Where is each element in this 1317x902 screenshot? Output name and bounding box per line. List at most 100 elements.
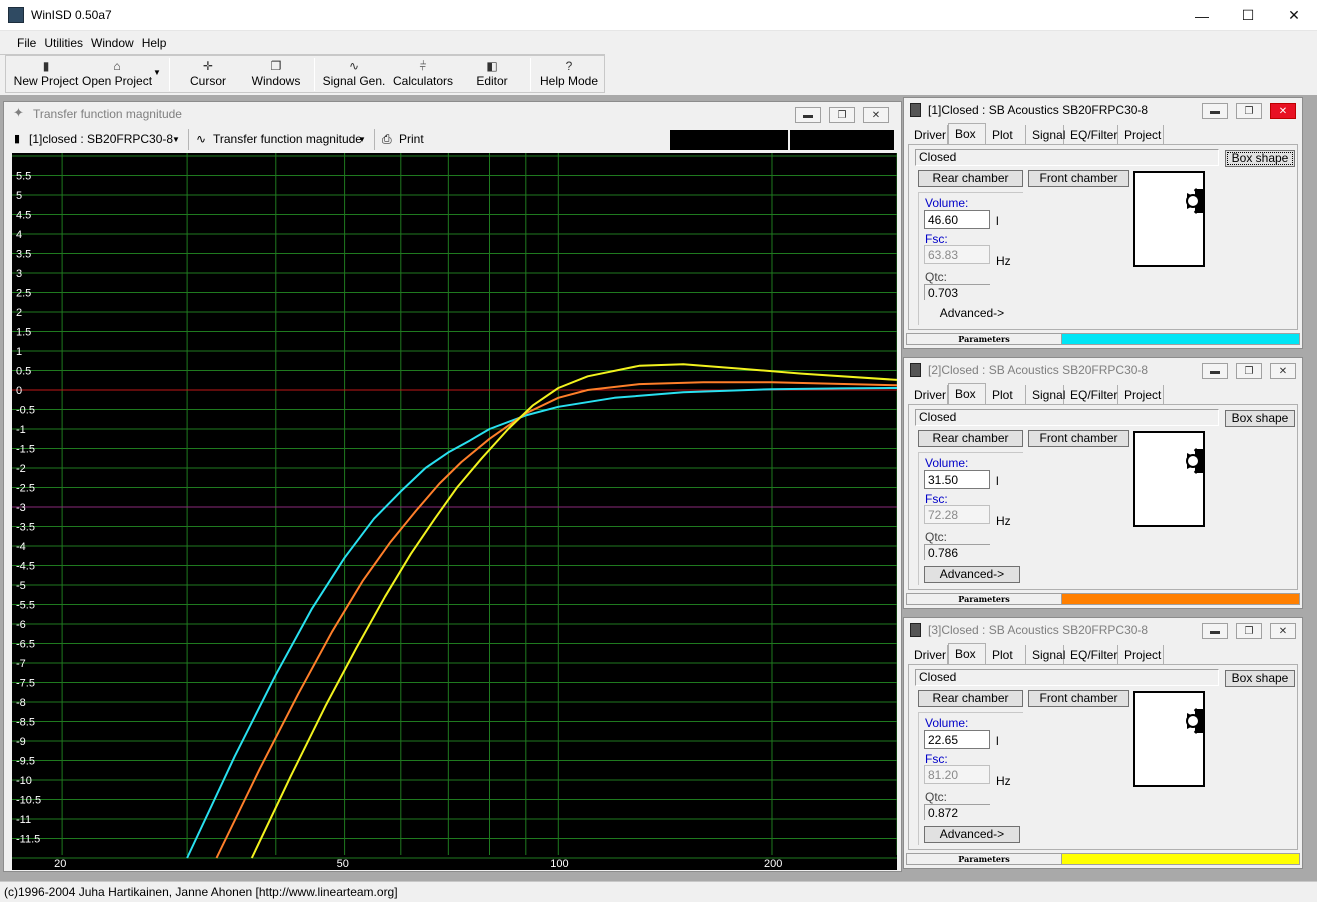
qtc-value: 0.872	[924, 804, 990, 820]
chart-toolbar-separator	[188, 129, 189, 150]
tab-project[interactable]: Project	[1118, 385, 1164, 405]
tab-signal[interactable]: Signal	[1026, 385, 1065, 405]
new-project-button[interactable]: ▮ New Project	[14, 58, 79, 92]
calculators-button[interactable]: ⫩ Calculators	[392, 58, 454, 92]
y-tick-label: 1.5	[16, 327, 31, 339]
box-restore-button[interactable]: ❐	[1236, 623, 1262, 639]
tab-driver[interactable]: Driver	[908, 125, 948, 145]
qtc-label: Qtc:	[925, 270, 948, 284]
parameters-label[interactable]: Parameters	[907, 594, 1062, 604]
tab-eqfilter[interactable]: EQ/Filter	[1064, 645, 1118, 665]
advanced-button[interactable]: Advanced->	[924, 826, 1020, 843]
rear-chamber-button[interactable]: Rear chamber	[918, 690, 1023, 707]
project-select-dropdown-icon[interactable]: ▼	[172, 135, 180, 144]
box-minimize-button[interactable]: ▬	[1202, 623, 1228, 639]
tab-plot[interactable]: Plot	[986, 385, 1026, 405]
menubar: File Utilities Window Help	[0, 31, 168, 54]
box-window-titlebar[interactable]: [1]Closed : SB Acoustics SB20FRPC30-8 ▬ …	[904, 98, 1302, 122]
windows-button[interactable]: ❐ Windows	[248, 58, 304, 92]
help-mode-button[interactable]: ? Help Mode	[538, 58, 600, 92]
transfer-function-plot[interactable]: 5.5 5 4.5 4 3.5 3 2.5 2 1.5 1 0.5 0 -0.5 -1 -1.5 -2 -2.5…	[12, 153, 897, 870]
box-type-field[interactable]: Closed	[915, 669, 1219, 686]
front-chamber-button[interactable]: Front chamber	[1028, 690, 1129, 707]
tab-box[interactable]: Box	[948, 123, 986, 145]
front-chamber-button[interactable]: Front chamber	[1028, 170, 1129, 187]
fsc-label: Fsc:	[925, 752, 948, 766]
tab-box[interactable]: Box	[948, 383, 986, 405]
front-chamber-button[interactable]: Front chamber	[1028, 430, 1129, 447]
chart-restore-button[interactable]: ❐	[829, 107, 855, 123]
open-project-button[interactable]: ⌂ Open Project	[82, 58, 152, 92]
graph-select-dropdown-icon[interactable]: ▼	[358, 135, 366, 144]
box-shape-button[interactable]: Box shape	[1225, 410, 1295, 427]
box-type-field[interactable]: Closed	[915, 409, 1219, 426]
tab-eqfilter[interactable]: EQ/Filter	[1064, 385, 1118, 405]
crosshair-icon: ✛	[202, 59, 214, 73]
menu-help[interactable]: Help	[138, 36, 171, 50]
signal-gen-button[interactable]: ∿ Signal Gen.	[323, 58, 386, 92]
open-project-dropdown-icon[interactable]: ▼	[153, 68, 161, 77]
chart-close-button[interactable]: ✕	[863, 107, 889, 123]
tab-plot[interactable]: Plot	[986, 645, 1026, 665]
response-curve-1	[186, 387, 897, 859]
rear-chamber-button[interactable]: Rear chamber	[918, 170, 1023, 187]
box-type-field[interactable]: Closed	[915, 149, 1219, 166]
graph-select[interactable]: Transfer function magnitude	[213, 132, 362, 146]
box-window-titlebar[interactable]: [2]Closed : SB Acoustics SB20FRPC30-8 ▬ …	[904, 358, 1302, 382]
cursor-button[interactable]: ✛ Cursor	[182, 58, 234, 92]
tab-plot[interactable]: Plot	[986, 125, 1026, 145]
menu-window[interactable]: Window	[87, 36, 138, 50]
y-tick-label: 4	[16, 229, 22, 241]
volume-input[interactable]: 46.60	[924, 210, 990, 229]
volume-label: Volume:	[925, 456, 969, 470]
volume-unit: l	[996, 474, 999, 488]
volume-input[interactable]: 31.50	[924, 470, 990, 489]
maximize-button[interactable]: ☐	[1225, 0, 1271, 31]
fsc-input[interactable]: 81.20	[924, 765, 990, 784]
open-project-label: Open Project	[81, 74, 153, 88]
fsc-input[interactable]: 72.28	[924, 505, 990, 524]
box-restore-button[interactable]: ❐	[1236, 103, 1262, 119]
chart-minimize-button[interactable]: ▬	[795, 107, 821, 123]
tab-driver[interactable]: Driver	[908, 645, 948, 665]
menu-utilities[interactable]: Utilities	[40, 36, 87, 50]
speaker-driver-icon	[1186, 188, 1203, 214]
tab-box[interactable]: Box	[948, 643, 986, 665]
y-tick-label: 2	[16, 307, 22, 319]
box-close-button[interactable]: ✕	[1270, 103, 1296, 119]
minimize-button[interactable]: —	[1179, 0, 1225, 31]
box-window-titlebar[interactable]: [3]Closed : SB Acoustics SB20FRPC30-8 ▬ …	[904, 618, 1302, 642]
advanced-button[interactable]: Advanced->	[924, 306, 1020, 323]
box-minimize-button[interactable]: ▬	[1202, 363, 1228, 379]
x-tick-label: 200	[764, 858, 782, 870]
tab-signal[interactable]: Signal	[1026, 645, 1065, 665]
rear-chamber-button[interactable]: Rear chamber	[918, 430, 1023, 447]
advanced-button[interactable]: Advanced->	[924, 566, 1020, 583]
volume-label: Volume:	[925, 716, 969, 730]
parameters-label[interactable]: Parameters	[907, 854, 1062, 864]
fsc-input[interactable]: 63.83	[924, 245, 990, 264]
volume-input[interactable]: 22.65	[924, 730, 990, 749]
print-button[interactable]: Print	[399, 132, 424, 146]
chart-window-titlebar[interactable]: ✦ Transfer function magnitude ▬ ❐ ✕	[4, 102, 901, 126]
transfer-function-window: ✦ Transfer function magnitude ▬ ❐ ✕ ▮ [1…	[3, 101, 902, 872]
box-shape-button[interactable]: Box shape	[1225, 150, 1295, 167]
box-close-button[interactable]: ✕	[1270, 623, 1296, 639]
box-minimize-button[interactable]: ▬	[1202, 103, 1228, 119]
fsc-unit: Hz	[996, 514, 1011, 528]
project-select[interactable]: [1]closed : SB20FRPC30-8	[29, 132, 173, 146]
box-restore-button[interactable]: ❐	[1236, 363, 1262, 379]
menu-file[interactable]: File	[13, 36, 40, 50]
tab-project[interactable]: Project	[1118, 125, 1164, 145]
editor-button[interactable]: ◧ Editor	[472, 58, 512, 92]
tab-eqfilter[interactable]: EQ/Filter	[1064, 125, 1118, 145]
close-button[interactable]: ✕	[1271, 0, 1317, 31]
tab-project[interactable]: Project	[1118, 645, 1164, 665]
box-close-button[interactable]: ✕	[1270, 363, 1296, 379]
box-shape-diagram	[1133, 691, 1205, 787]
tab-signal[interactable]: Signal	[1026, 125, 1065, 145]
box-parameter-group: Volume: 22.65 l Fsc: 81.20 Hz Qtc: 0.872…	[918, 712, 1023, 845]
parameters-label[interactable]: Parameters	[907, 334, 1062, 344]
box-shape-button[interactable]: Box shape	[1225, 670, 1295, 687]
tab-driver[interactable]: Driver	[908, 385, 948, 405]
